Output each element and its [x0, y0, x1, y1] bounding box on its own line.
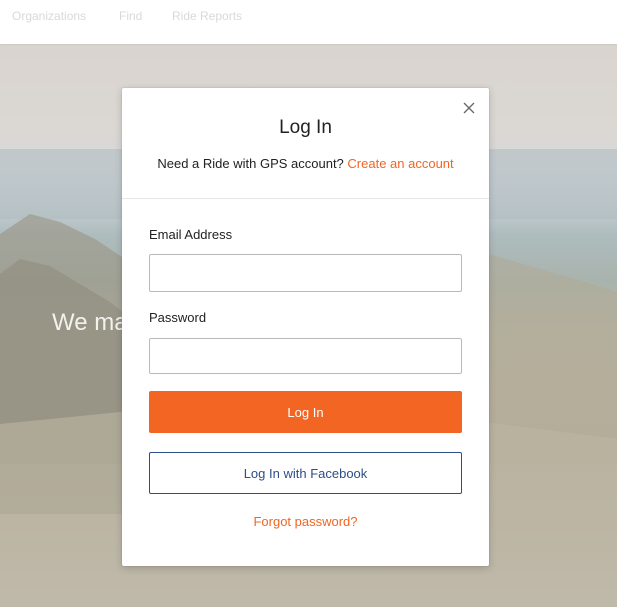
email-label: Email Address [149, 227, 233, 242]
divider [122, 198, 489, 199]
login-button[interactable]: Log In [149, 391, 462, 433]
modal-title: Log In [279, 117, 332, 138]
nav-item-ride-reports[interactable]: Ride Reports [172, 9, 242, 23]
signup-prompt: Need a Ride with GPS account? Create an … [122, 156, 489, 171]
nav-item-organizations[interactable]: Organizations [12, 9, 86, 23]
password-label: Password [149, 310, 207, 325]
close-icon[interactable] [462, 101, 476, 115]
password-field[interactable] [149, 338, 462, 374]
facebook-login-button[interactable]: Log In with Facebook [149, 452, 462, 494]
email-field[interactable] [149, 254, 462, 292]
create-account-link[interactable]: Create an account [347, 156, 453, 171]
login-modal: Log In Need a Ride with GPS account? Cre… [122, 88, 489, 566]
forgot-password-link[interactable]: Forgot password? [122, 514, 489, 529]
nav-item-find[interactable]: Find [119, 9, 142, 23]
top-nav: Organizations Find Ride Reports [0, 0, 617, 44]
signup-prompt-text: Need a Ride with GPS account? [157, 156, 348, 171]
